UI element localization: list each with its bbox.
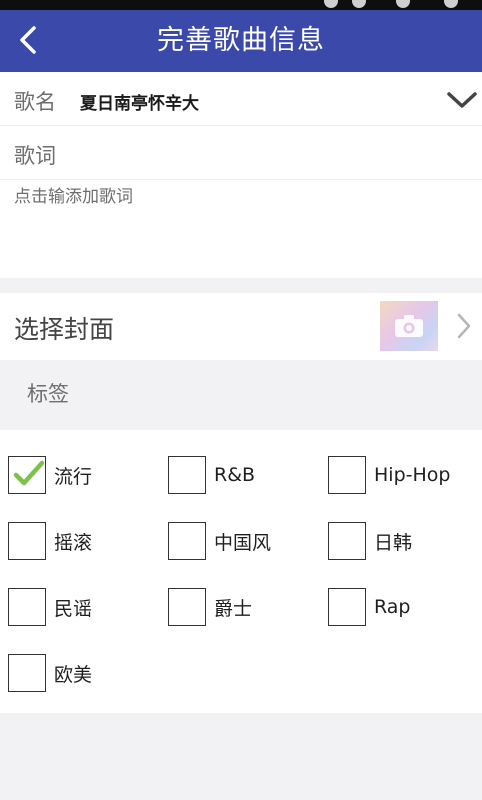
tags-title: 标签: [27, 382, 69, 406]
check-icon: [13, 460, 45, 486]
chevron-down-icon: [447, 92, 477, 108]
camera-icon: [395, 315, 423, 337]
app-bar: 完善歌曲信息: [0, 10, 482, 72]
tag-label: 欧美: [54, 663, 93, 686]
tag-rnb[interactable]: R&B: [168, 455, 255, 495]
checkbox[interactable]: [328, 522, 366, 560]
checkbox[interactable]: [8, 456, 46, 494]
song-name-row: 歌名 夏日南亭怀辛大: [0, 72, 482, 126]
checkbox[interactable]: [8, 588, 46, 626]
select-cover-row[interactable]: 选择封面: [0, 293, 482, 360]
tag-rap[interactable]: Rap: [328, 587, 411, 627]
tag-folk[interactable]: 民谣: [8, 587, 92, 627]
status-bar: [0, 0, 482, 10]
tag-pop[interactable]: 流行: [8, 455, 92, 495]
tag-label: Rap: [374, 596, 411, 618]
lyrics-input[interactable]: [12, 182, 472, 272]
song-name-value[interactable]: 夏日南亭怀辛大: [80, 89, 199, 114]
song-name-dropdown-button[interactable]: [444, 86, 480, 114]
song-info-card: 歌名 夏日南亭怀辛大 歌词: [0, 72, 482, 278]
tag-label: R&B: [214, 464, 256, 486]
cover-thumbnail[interactable]: [380, 301, 438, 351]
tag-hiphop[interactable]: Hip-Hop: [328, 455, 450, 495]
wifi-icon: [352, 0, 366, 8]
checkbox[interactable]: [8, 654, 46, 692]
tag-label: 流行: [54, 465, 93, 488]
checkbox[interactable]: [168, 456, 206, 494]
tag-western[interactable]: 欧美: [8, 653, 92, 693]
tag-label: 民谣: [54, 597, 93, 620]
checkbox[interactable]: [328, 456, 366, 494]
tags-card: 流行 R&B Hip-Hop 摇滚 中国风 日韩 民谣 爵士 Rap 欧美: [0, 430, 482, 713]
tag-label: 中国风: [214, 531, 272, 554]
signal-icon: [324, 0, 338, 8]
tag-label: 日韩: [374, 531, 413, 554]
tag-label: 摇滚: [54, 531, 93, 554]
tag-label: 爵士: [214, 597, 253, 620]
checkbox[interactable]: [328, 588, 366, 626]
cover-chevron: [452, 311, 476, 341]
tag-label: Hip-Hop: [374, 464, 451, 486]
tag-chinese-style[interactable]: 中国风: [168, 521, 271, 561]
battery-icon: [396, 0, 410, 8]
lyrics-label: 歌词: [14, 144, 56, 168]
song-name-label: 歌名: [14, 90, 56, 114]
tags-header: 标签: [0, 360, 482, 430]
page-title: 完善歌曲信息: [157, 25, 325, 56]
chevron-right-icon: [457, 313, 471, 339]
tag-jazz[interactable]: 爵士: [168, 587, 252, 627]
clock-icon: [444, 0, 458, 8]
checkbox[interactable]: [8, 522, 46, 560]
tag-rock[interactable]: 摇滚: [8, 521, 92, 561]
checkbox[interactable]: [168, 588, 206, 626]
chevron-left-icon: [20, 26, 36, 54]
lyrics-label-row: 歌词: [0, 127, 482, 180]
select-cover-label: 选择封面: [14, 315, 115, 344]
back-button[interactable]: [8, 20, 48, 60]
tag-jk[interactable]: 日韩: [328, 521, 412, 561]
checkbox[interactable]: [168, 522, 206, 560]
